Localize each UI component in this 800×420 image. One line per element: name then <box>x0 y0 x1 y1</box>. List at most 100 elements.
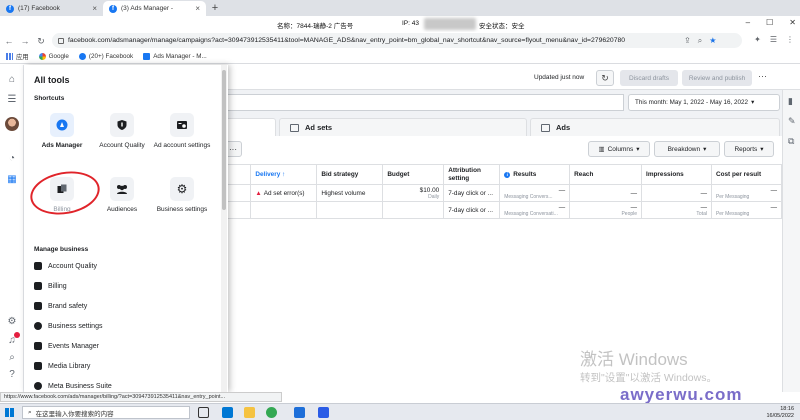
home-icon[interactable]: ⌂ <box>6 73 18 85</box>
brand-safety-icon <box>34 302 42 310</box>
address-bar[interactable]: facebook.com/adsmanager/manage/campaigns… <box>52 33 742 48</box>
shortcut-account-quality[interactable]: Account Quality <box>92 113 152 149</box>
zoom-icon[interactable]: ⌕ <box>698 36 702 46</box>
flyout-scrollbar[interactable] <box>221 65 227 392</box>
extension-icons: ✦ ☰ ⋮ <box>754 35 794 44</box>
menu-item-account-quality[interactable]: Account Quality <box>34 262 97 270</box>
column-header-cost-per-result[interactable]: Cost per result <box>710 164 783 185</box>
menu-item-brand-safety[interactable]: Brand safety <box>34 302 87 310</box>
close-window-icon[interactable]: ✕ <box>789 18 796 27</box>
date-range-picker[interactable]: This month: May 1, 2022 - May 16, 2022 ▾ <box>628 94 780 111</box>
browser-tab-facebook[interactable]: f (17) Facebook × <box>0 1 103 16</box>
menu-icon[interactable]: ⋮ <box>786 35 794 44</box>
column-header-results[interactable]: i Results <box>499 164 571 185</box>
browser-tab-bar: f (17) Facebook × f (3) Ads Manager - × … <box>0 0 800 16</box>
columns-button[interactable]: ▥ Columns ▾ <box>588 141 650 157</box>
account-name: 名称：7844-瑞静-2 广告号 <box>277 23 354 30</box>
menu-item-meta-business-suite[interactable]: Meta Business Suite <box>34 382 112 390</box>
menu-item-business-settings[interactable]: Business settings <box>34 322 102 330</box>
reading-list-icon[interactable]: ☰ <box>770 35 777 44</box>
taskbar-search[interactable]: ⌕ 在这里输入你要搜索的内容 <box>22 406 190 419</box>
bookmark-ads-manager[interactable]: Ads Manager - M... <box>143 53 207 60</box>
windows-start-icon[interactable] <box>5 408 14 417</box>
menu-item-label: Events Manager <box>48 342 99 350</box>
shortcut-ad-account-settings[interactable]: Ad account settings <box>152 113 212 149</box>
menu-item-events-manager[interactable]: Events Manager <box>34 342 99 350</box>
menu-item-billing[interactable]: Billing <box>34 282 67 290</box>
reload-icon[interactable]: ↻ <box>34 36 48 47</box>
help-icon[interactable]: ? <box>6 368 18 380</box>
more-options-button[interactable]: ··· <box>758 71 767 81</box>
close-icon[interactable]: × <box>195 4 200 13</box>
header-label: Results <box>513 171 537 178</box>
task-view-icon[interactable] <box>198 407 209 418</box>
shortcut-business-settings[interactable]: ⚙ Business settings <box>152 177 212 213</box>
extension-icon[interactable]: ✦ <box>754 35 761 44</box>
close-icon[interactable]: × <box>92 4 97 13</box>
scrollbar-thumb[interactable] <box>222 70 226 210</box>
column-header-impressions[interactable]: Impressions <box>641 164 712 185</box>
campaigns-table-icon[interactable]: ▦ <box>6 173 18 185</box>
results-value: — <box>558 203 566 211</box>
hamburger-menu-icon[interactable]: ☰ <box>6 93 18 105</box>
gear-icon[interactable]: ⚙ <box>6 315 18 327</box>
bookmark-apps[interactable]: 应用 <box>6 52 29 61</box>
reports-button[interactable]: Reports ▾ <box>724 141 774 157</box>
forward-icon[interactable]: → <box>18 36 32 46</box>
tab-label: Ad sets <box>305 123 333 132</box>
chart-icon[interactable]: ▮ <box>788 96 793 107</box>
discard-drafts-button[interactable]: Discard drafts <box>620 70 678 86</box>
budget-cell[interactable]: $10.00 Daily <box>382 184 445 202</box>
breakdown-label: Breakdown <box>667 145 701 153</box>
refresh-button[interactable]: ↻ <box>596 70 614 86</box>
browser-tab-ads-manager[interactable]: f (3) Ads Manager - × <box>103 1 206 16</box>
column-header-attribution[interactable]: Attribution setting <box>443 164 501 185</box>
facebook-icon <box>78 53 86 60</box>
column-header-delivery[interactable]: Delivery ↑ <box>250 164 318 185</box>
edge-icon[interactable] <box>222 407 233 418</box>
column-header-reach[interactable]: Reach <box>569 164 643 185</box>
shortcut-ads-manager[interactable]: Ads Manager <box>32 113 92 149</box>
search-icon[interactable]: ⌕ <box>6 351 18 363</box>
app-icon[interactable] <box>318 407 329 418</box>
ip-label: IP: 43 <box>402 20 419 27</box>
impressions-value: — <box>700 203 707 211</box>
minimize-icon[interactable]: – <box>746 18 750 27</box>
left-nav-rail: ⌂ ☰ ◔ ▦ ⚙ ♫ ⌕ ? <box>0 65 24 392</box>
tab-title: (3) Ads Manager - <box>121 5 174 12</box>
breakdown-button[interactable]: Breakdown ▾ <box>654 141 720 157</box>
chevron-down-icon: ▾ <box>636 146 640 153</box>
system-tray-clock[interactable]: 18:16 16/05/2022 <box>766 406 794 419</box>
back-icon[interactable]: ← <box>2 36 16 46</box>
edit-icon[interactable]: ✎ <box>788 116 796 127</box>
gauge-icon[interactable]: ◔ <box>6 152 18 164</box>
tab-ads[interactable]: Ads <box>530 118 780 136</box>
bookmark-star-icon[interactable]: ★ <box>709 36 716 46</box>
file-explorer-icon[interactable] <box>244 407 255 418</box>
bookmark-google[interactable]: Google <box>38 53 69 60</box>
menu-item-media-library[interactable]: Media Library <box>34 362 90 370</box>
review-publish-button[interactable]: Review and publish <box>682 70 752 86</box>
shortcut-audiences[interactable]: Audiences <box>92 177 152 213</box>
reach-value: — <box>630 203 638 211</box>
url-text[interactable]: facebook.com/adsmanager/manage/campaigns… <box>68 37 678 44</box>
column-header-bid-strategy[interactable]: Bid strategy <box>316 164 384 185</box>
window-controls: – ☐ ✕ <box>746 18 796 27</box>
bookmark-facebook[interactable]: (20+) Facebook <box>78 53 133 60</box>
new-tab-button[interactable]: + <box>208 1 222 15</box>
share-icon[interactable]: ⇪ <box>684 36 691 46</box>
avatar[interactable] <box>5 117 19 131</box>
shortcuts-heading: Shortcuts <box>34 95 65 102</box>
maximize-icon[interactable]: ☐ <box>766 18 773 27</box>
column-header-budget[interactable]: Budget <box>382 164 445 185</box>
columns-label: Columns <box>607 145 634 153</box>
apps-icon <box>6 53 13 60</box>
compare-icon[interactable]: ⧉ <box>788 136 794 147</box>
events-icon <box>34 342 42 350</box>
refresh-icon: ↻ <box>601 72 609 83</box>
notifications-icon[interactable]: ♫ <box>6 332 20 346</box>
tab-ad-sets[interactable]: Ad sets <box>279 118 527 136</box>
chrome-icon[interactable] <box>266 407 277 418</box>
reach-sub: People <box>621 210 638 217</box>
word-icon[interactable] <box>294 407 305 418</box>
